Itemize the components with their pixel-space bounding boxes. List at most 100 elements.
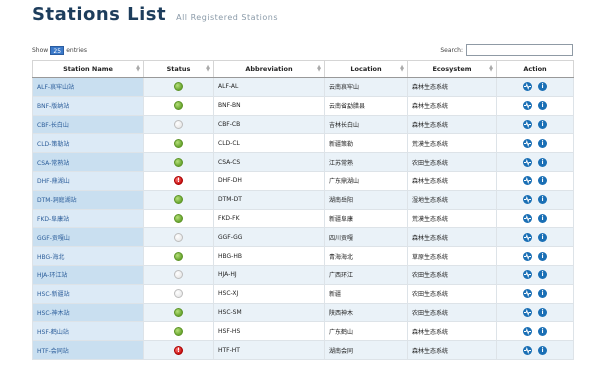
heartbeat-icon[interactable] [523,119,532,129]
info-icon[interactable]: i [538,251,547,261]
station-name-link[interactable]: HSF-鹤山站 [37,329,69,336]
heartbeat-icon[interactable] [523,213,532,223]
action-cell: i [496,170,574,191]
heartbeat-icon[interactable] [523,251,532,261]
station-name-link[interactable]: DHF-鼎湖山 [37,178,70,185]
action-cell: i [496,114,574,135]
station-name-cell: DHF-鼎湖山 [32,170,144,191]
status-cell [143,95,214,116]
stations-table: Station Name ▲ ▼ Status ▲ ▼ Abbreviation ▲ ▼ Loca… [32,60,574,360]
abbreviation-cell: HJA-HJ [213,264,325,285]
status-cell [143,152,214,172]
table-row: HSF-鹤山站 HSF-HS 广东鹤山 森林生态系统 i [32,321,574,342]
info-icon[interactable]: i [538,101,547,111]
location-cell: 陕西神木 [324,302,408,323]
location-cell: 新疆阜康 [324,208,408,229]
info-icon[interactable]: i [538,213,547,223]
abbreviation-cell: CLD-CL [213,133,325,154]
heartbeat-icon[interactable] [523,101,532,111]
status-cell [143,133,214,154]
action-cell: i [496,283,574,304]
ecosystem-cell: 农田生态系统 [407,283,497,304]
status-ok-icon [174,101,183,111]
info-icon[interactable]: i [538,82,547,92]
column-header-action[interactable]: Action [496,60,574,78]
status-cell [143,264,214,285]
heartbeat-icon[interactable] [523,345,532,355]
status-cell [143,302,214,323]
column-header-abbreviation[interactable]: Abbreviation ▲ ▼ [213,60,325,78]
heartbeat-icon[interactable] [523,232,532,242]
station-name-link[interactable]: FKD-阜康站 [37,216,69,223]
action-cell: i [496,189,574,210]
info-icon[interactable]: i [538,289,547,299]
heartbeat-icon[interactable] [523,307,532,317]
column-header-location[interactable]: Location ▲ ▼ [324,60,408,78]
heartbeat-icon[interactable] [523,270,532,280]
status-ok-icon [174,251,183,261]
station-name-link[interactable]: CBF-长白山 [37,122,69,129]
info-icon[interactable]: i [538,119,547,129]
column-header-ecosystem[interactable]: Ecosystem ▲ ▼ [407,60,497,78]
station-name-link[interactable]: GGF-贡嘎山 [37,235,70,242]
abbreviation-cell: CBF-CB [213,114,325,135]
search-input[interactable] [466,44,573,56]
info-icon[interactable]: i [538,176,547,186]
location-cell: 湖南岳阳 [324,189,408,210]
location-cell: 新疆 [324,283,408,304]
column-header-label: Action [523,65,547,73]
abbreviation-cell: DHF-DH [213,170,325,191]
info-icon[interactable]: i [538,307,547,317]
action-cell: i [496,133,574,154]
table-row: HSC-新疆站 HSC-XJ 新疆 农田生态系统 i [32,283,574,304]
station-name-cell: ALF-哀牢山站 [32,77,144,97]
search-label: Search: [440,46,463,54]
station-name-link[interactable]: HSC-神木站 [37,310,70,317]
location-cell: 湖南会同 [324,340,408,360]
heartbeat-icon[interactable] [523,195,532,205]
heartbeat-icon[interactable] [523,326,532,336]
station-name-link[interactable]: HJA-环江站 [37,272,67,279]
status-ok-icon [174,307,183,317]
station-name-link[interactable]: BNF-版纳站 [37,103,69,110]
info-icon[interactable]: i [538,345,547,355]
info-icon[interactable]: i [538,326,547,336]
station-name-link[interactable]: HTF-会同站 [37,348,69,355]
page-subtitle: All Registered Stations [176,13,278,22]
station-name-link[interactable]: DTM-洞庭湖站 [37,197,77,204]
column-header-station-name[interactable]: Station Name ▲ ▼ [32,60,144,78]
station-name-link[interactable]: ALF-哀牢山站 [37,84,74,91]
info-icon[interactable]: i [538,138,547,148]
abbreviation-cell: HTF-HT [213,340,325,360]
info-icon[interactable]: i [538,157,547,167]
station-name-cell: FKD-阜康站 [32,208,144,229]
table-row: HSC-神木站 HSC-SM 陕西神木 农田生态系统 i [32,302,574,323]
info-icon[interactable]: i [538,232,547,242]
station-name-link[interactable]: CLD-策勒站 [37,141,69,148]
column-header-status[interactable]: Status ▲ ▼ [143,60,214,78]
status-cell [143,77,214,97]
heartbeat-icon[interactable] [523,289,532,299]
status-off-icon [174,270,183,280]
station-name-link[interactable]: CSA-常熟站 [37,160,69,167]
station-name-link[interactable]: HBG-海北 [37,254,64,261]
station-name-cell: CBF-长白山 [32,114,144,135]
status-cell [143,283,214,304]
action-cell: i [496,77,574,97]
column-header-label: Location [350,65,382,73]
ecosystem-cell: 草原生态系统 [407,246,497,266]
info-icon[interactable]: i [538,270,547,280]
column-header-label: Ecosystem [432,65,472,73]
table-row: CBF-长白山 CBF-CB 吉林长白山 森林生态系统 i [32,114,574,135]
heartbeat-icon[interactable] [523,82,532,92]
station-name-cell: HSC-新疆站 [32,283,144,304]
heartbeat-icon[interactable] [523,157,532,167]
station-name-link[interactable]: HSC-新疆站 [37,291,70,298]
column-header-label: Abbreviation [245,65,293,73]
ecosystem-cell: 农田生态系统 [407,302,497,323]
page-size-select[interactable]: 25 [50,46,65,55]
ecosystem-cell: 森林生态系统 [407,114,497,135]
info-icon[interactable]: i [538,195,547,205]
heartbeat-icon[interactable] [523,138,532,148]
heartbeat-icon[interactable] [523,176,532,186]
